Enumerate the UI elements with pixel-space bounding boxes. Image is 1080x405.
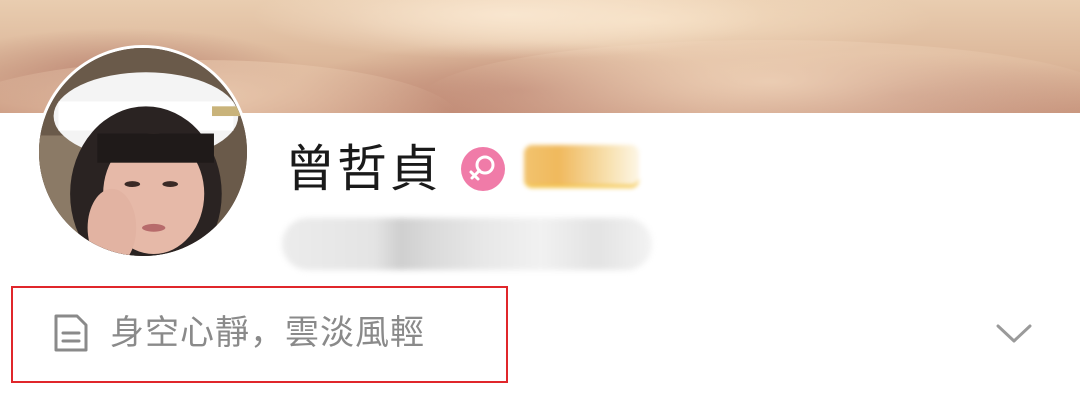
profile-avatar[interactable] bbox=[36, 45, 250, 259]
female-icon bbox=[461, 147, 505, 191]
chevron-down-icon[interactable] bbox=[994, 318, 1034, 348]
avatar-image bbox=[39, 48, 247, 256]
profile-name: 曾哲貞 bbox=[285, 140, 441, 198]
document-icon bbox=[52, 313, 90, 353]
profile-bio[interactable]: 身空心靜，雲淡風輕 bbox=[110, 311, 425, 355]
member-level-badge[interactable] bbox=[524, 145, 639, 185]
profile-subinfo bbox=[282, 218, 652, 270]
